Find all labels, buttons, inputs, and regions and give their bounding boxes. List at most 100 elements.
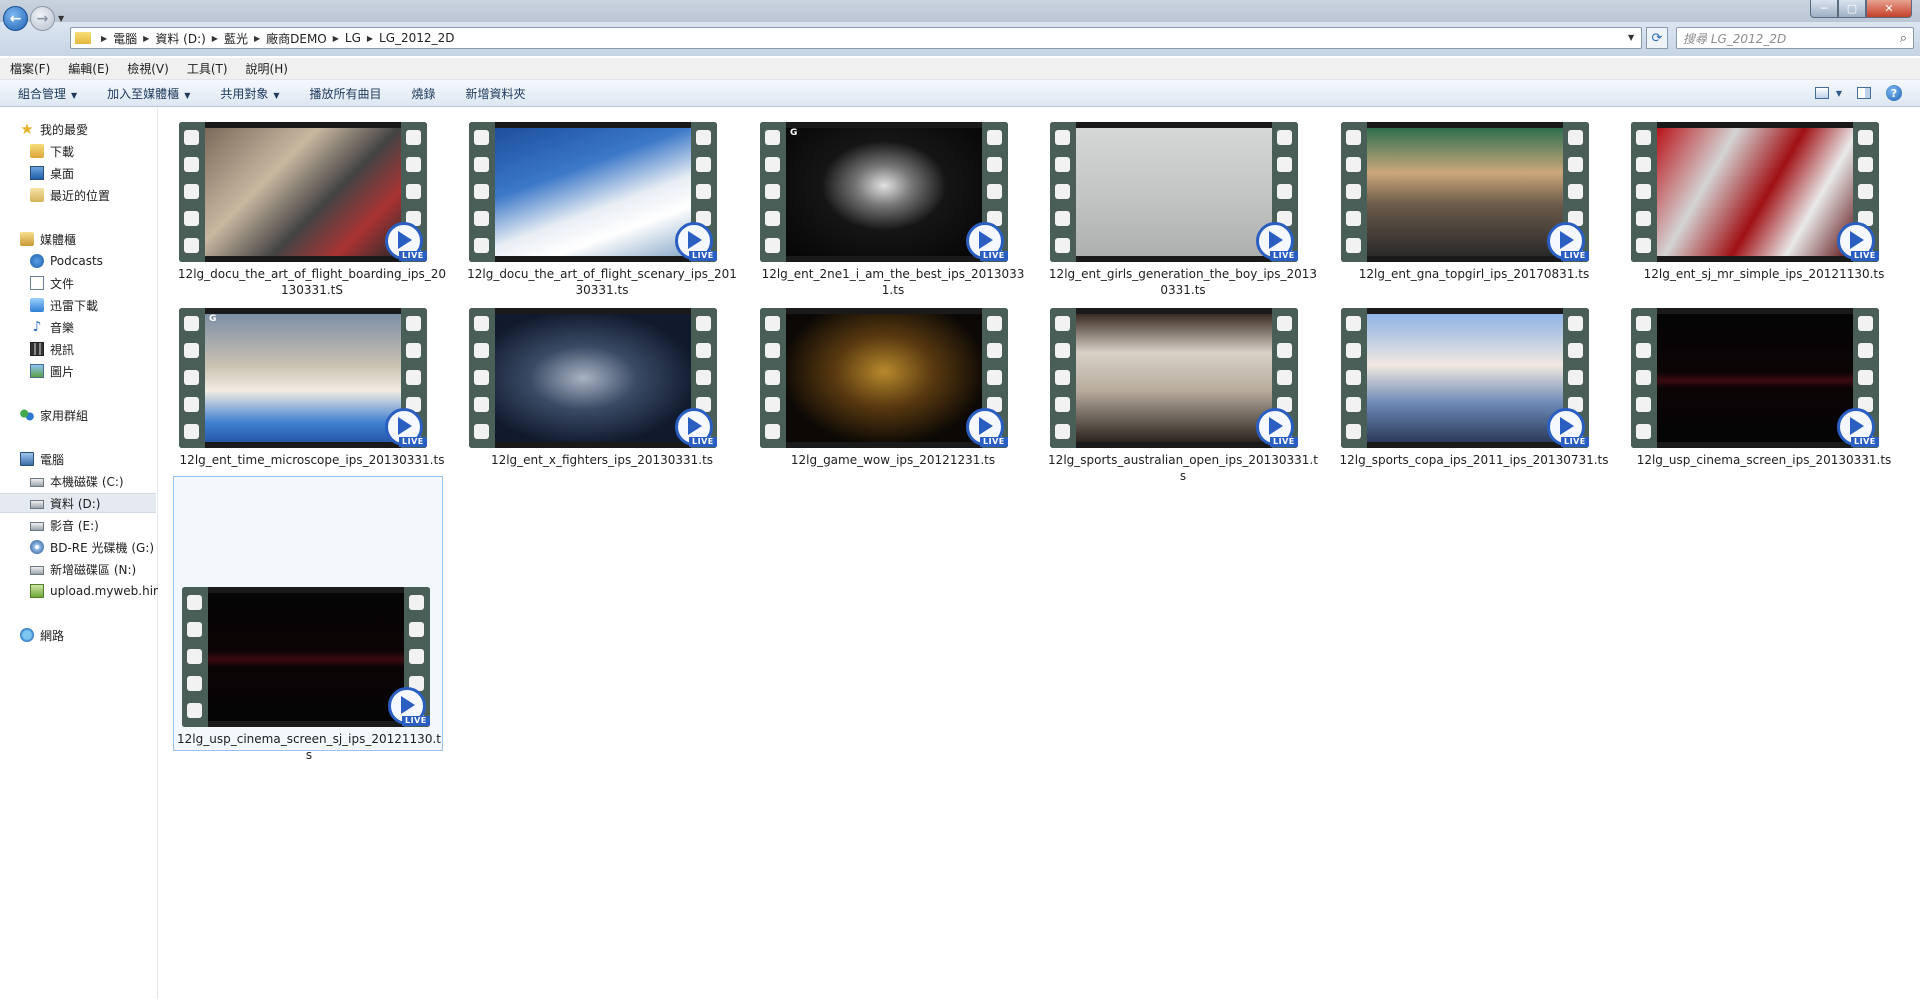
file-tile[interactable]: G LIVE 12lg_ent_time_microscope_ips_201303… [177,308,447,488]
file-tile[interactable]: LIVE 12lg_docu_the_art_of_flight_scenary_… [467,122,737,302]
chevron-right-icon[interactable]: ▶ [367,34,373,43]
share-with-button[interactable]: 共用對象 ▼ [220,85,279,102]
nav-libraries[interactable]: 媒體櫃 [0,229,158,249]
more-options-dropdown[interactable]: ▼ [1834,84,1844,102]
file-tile[interactable]: LIVE 12lg_sports_australian_open_ips_2013… [1048,308,1318,488]
help-button[interactable]: ? [1884,84,1904,102]
nav-item-recent-places[interactable]: 最近的位置 [0,185,158,205]
video-thumbnail[interactable]: LIVE [1631,308,1879,448]
nav-item-drive-d[interactable]: 資料 (D:) [0,493,156,513]
refresh-button[interactable]: ⟳ [1646,27,1668,49]
nav-item-pictures[interactable]: 圖片 [0,361,158,381]
add-to-library-button[interactable]: 加入至媒體櫃 ▼ [107,85,190,102]
breadcrumb-computer[interactable]: 電腦 [113,30,137,47]
nav-homegroup[interactable]: 家用群組 [0,405,158,425]
film-strip-icon [1631,122,1657,262]
video-frame [495,314,691,442]
video-thumbnail[interactable]: LIVE [1341,122,1589,262]
back-button[interactable]: ← [3,6,28,31]
menu-view[interactable]: 檢視(V) [127,60,169,77]
nav-item-thunder-downloads[interactable]: 迅雷下載 [0,295,158,315]
video-thumbnail[interactable]: G LIVE [179,308,427,448]
film-strip-icon [760,122,786,262]
desktop-icon [30,166,44,180]
address-history-dropdown[interactable]: ▼ [1628,33,1634,42]
burn-button[interactable]: 燒錄 [412,85,436,102]
file-tile[interactable]: LIVE 12lg_ent_gna_topgirl_ips_20170831.ts [1339,122,1609,302]
play-all-button[interactable]: 播放所有曲目 [310,85,382,102]
file-name-label: 12lg_ent_gna_topgirl_ips_20170831.ts [1358,267,1590,281]
video-thumbnail[interactable]: LIVE [1341,308,1589,448]
search-icon[interactable]: ⌕ [1900,31,1907,46]
video-thumbnail[interactable]: LIVE [182,587,430,727]
close-button[interactable]: ✕ [1866,0,1912,18]
file-tile[interactable]: LIVE 12lg_ent_x_fighters_ips_20130331.ts [467,308,737,488]
video-thumbnail[interactable]: LIVE [760,308,1008,448]
film-strip-icon [1050,308,1076,448]
film-strip-icon [182,587,208,727]
chevron-right-icon[interactable]: ▶ [254,34,260,43]
file-tile[interactable]: LIVE 12lg_usp_cinema_screen_ips_20130331.… [1629,308,1899,488]
hard-drive-icon [30,478,44,487]
help-icon: ? [1886,85,1902,101]
breadcrumb-lg-2012-2d[interactable]: LG_2012_2D [379,31,454,45]
optical-drive-icon [30,540,44,554]
video-thumbnail[interactable]: LIVE [1631,122,1879,262]
minimize-button[interactable]: ─ [1810,0,1838,18]
nav-computer[interactable]: 電腦 [0,449,158,469]
file-tile[interactable]: LIVE 12lg_ent_sj_mr_simple_ips_20121130.t… [1629,122,1899,302]
recent-pages-dropdown[interactable]: ▼ [58,14,64,23]
command-bar: 組合管理 ▼ 加入至媒體櫃 ▼ 共用對象 ▼ 播放所有曲目 燒錄 新增資料夾 ▼ ? [0,80,1920,107]
nav-item-drive-c[interactable]: 本機磁碟 (C:) [0,471,158,491]
menu-file[interactable]: 檔案(F) [10,60,50,77]
breadcrumb-vendor-demo[interactable]: 廠商DEMO [266,30,327,47]
new-folder-button[interactable]: 新增資料夾 [466,85,526,102]
film-strip-icon [1341,308,1367,448]
hard-drive-icon [30,566,44,575]
address-bar[interactable]: ▶ 電腦 ▶ 資料 (D:) ▶ 藍光 ▶ 廠商DEMO ▶ LG ▶ LG_2… [70,27,1642,49]
change-view-button[interactable] [1812,84,1832,102]
nav-favorites[interactable]: ★ 我的最愛 [0,119,158,139]
preview-pane-button[interactable] [1854,84,1874,102]
breadcrumb-lg[interactable]: LG [345,31,361,45]
breadcrumb-bluray[interactable]: 藍光 [224,30,248,47]
menu-help[interactable]: 說明(H) [246,60,288,77]
file-tile[interactable]: LIVE 12lg_usp_cinema_screen_sj_ips_201211… [173,476,443,762]
menu-edit[interactable]: 編輯(E) [68,60,109,77]
nav-item-videos[interactable]: 視訊 [0,339,158,359]
nav-item-desktop[interactable]: 桌面 [0,163,158,183]
breadcrumb-drive-d[interactable]: 資料 (D:) [155,30,205,47]
search-input[interactable]: 搜尋 LG_2012_2D ⌕ [1676,27,1914,49]
maximize-button[interactable]: ▢ [1838,0,1866,18]
nav-item-network-drive[interactable]: upload.myweb.hin [0,581,158,601]
nav-network[interactable]: 網路 [0,625,158,645]
video-thumbnail[interactable]: LIVE [1050,122,1298,262]
video-thumbnail[interactable]: LIVE [1050,308,1298,448]
chevron-right-icon[interactable]: ▶ [101,34,107,43]
video-thumbnail[interactable]: LIVE [469,122,717,262]
chevron-right-icon[interactable]: ▶ [143,34,149,43]
menu-tools[interactable]: 工具(T) [187,60,228,77]
file-tile[interactable]: G LIVE 12lg_ent_2ne1_i_am_the_best_ips_201… [758,122,1028,302]
video-thumbnail[interactable]: LIVE [179,122,427,262]
nav-item-podcasts[interactable]: Podcasts [0,251,158,271]
nav-item-drive-e[interactable]: 影音 (E:) [0,515,158,535]
refresh-icon: ⟳ [1651,30,1663,46]
chevron-right-icon[interactable]: ▶ [333,34,339,43]
nav-item-downloads[interactable]: 下載 [0,141,158,161]
video-thumbnail[interactable]: G LIVE [760,122,1008,262]
file-tile[interactable]: LIVE 12lg_docu_the_art_of_flight_boarding… [177,122,447,302]
forward-button[interactable]: → [30,6,55,31]
nav-item-drive-g[interactable]: BD-RE 光碟機 (G:) S [0,537,158,557]
nav-item-drive-n[interactable]: 新增磁碟區 (N:) [0,559,158,579]
nav-item-music[interactable]: ♪ 音樂 [0,317,158,337]
chevron-right-icon[interactable]: ▶ [212,34,218,43]
organize-button[interactable]: 組合管理 ▼ [18,85,77,102]
film-strip-icon [1050,122,1076,262]
nav-item-documents[interactable]: 文件 [0,273,158,293]
file-tile[interactable]: LIVE 12lg_game_wow_ips_20121231.ts [758,308,1028,488]
file-tile[interactable]: LIVE 12lg_sports_copa_ips_2011_ips_201307… [1339,308,1609,488]
video-thumbnail[interactable]: LIVE [469,308,717,448]
file-name-label: 12lg_ent_time_microscope_ips_20130331.ts [179,453,445,467]
file-tile[interactable]: LIVE 12lg_ent_girls_generation_the_boy_ip… [1048,122,1318,302]
